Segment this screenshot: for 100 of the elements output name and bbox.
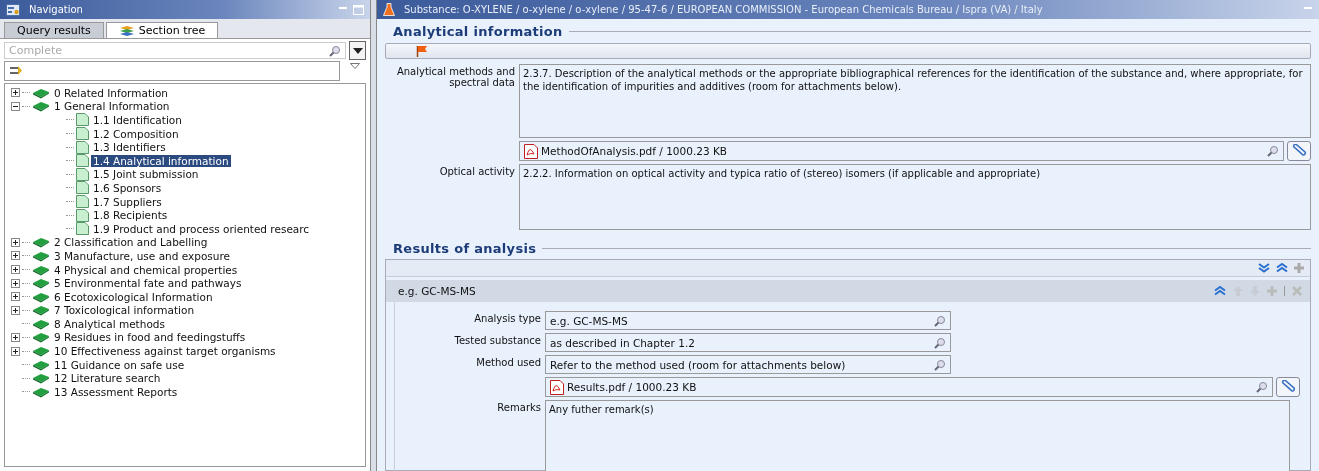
pdf-icon [524, 143, 538, 159]
page-icon [76, 195, 89, 209]
tree-item[interactable]: 8 Analytical methods [52, 317, 167, 330]
search-field[interactable]: Complete [4, 42, 346, 59]
page-icon [76, 208, 89, 222]
expander-icon[interactable] [11, 292, 20, 302]
tree-item[interactable]: 1.6 Sponsors [91, 181, 164, 194]
search-icon [329, 45, 341, 57]
book-icon [32, 100, 50, 113]
book-icon [32, 331, 50, 344]
field-label: Method used [475, 356, 541, 368]
book-icon [32, 86, 50, 99]
section-heading: Results of analysis [393, 240, 537, 256]
flask-icon [383, 3, 395, 16]
dropdown-button[interactable] [349, 41, 366, 60]
text-field[interactable]: Refer to the method used (room for attachments below) [545, 355, 951, 374]
search-icon [934, 314, 946, 327]
book-icon [32, 290, 50, 303]
tree-item[interactable]: 9 Residues in food and feedingstuffs [52, 331, 248, 344]
attach-button[interactable] [1287, 141, 1311, 161]
tree-item[interactable]: 1.1 Identification [91, 114, 184, 126]
editor-title: Substance: O-XYLENE / o-xylene / o-xylene / 95-47-6 / EUROPEAN COMMISSION - European Chemicals Bureau / Ispra (VA) / Italy [404, 4, 1043, 15]
page-icon [76, 222, 89, 236]
page-icon [76, 127, 89, 141]
tree-item[interactable]: 11 Guidance on safe use [52, 358, 187, 371]
search-icon [1267, 145, 1279, 157]
book-icon [32, 345, 50, 358]
book-icon [32, 249, 50, 262]
caret-icon [352, 47, 363, 54]
menu-triangle-icon[interactable] [350, 63, 360, 69]
tree-item[interactable]: 5 Environmental fate and pathways [52, 277, 244, 290]
book-icon [32, 236, 50, 249]
expander-icon[interactable] [11, 251, 20, 261]
expander-icon[interactable] [11, 305, 20, 315]
flag-icon[interactable] [416, 45, 428, 57]
panel-tab[interactable]: Section tree [105, 22, 219, 38]
expander-icon[interactable] [11, 88, 20, 98]
collapse-icon[interactable] [1214, 286, 1226, 296]
book-icon [32, 385, 50, 398]
text-area[interactable]: Any futher remark(s) [545, 400, 1290, 471]
tree-item[interactable]: 2 Classification and Labelling [52, 236, 210, 249]
field-label: Analysis type [473, 312, 541, 324]
expander-icon[interactable] [11, 333, 20, 342]
tree-item[interactable]: 1.7 Suppliers [91, 195, 164, 208]
book-icon [32, 372, 50, 385]
field-label: Optical activity [438, 165, 515, 177]
search-icon [934, 336, 946, 349]
tree-item[interactable]: 7 Toxicological information [52, 304, 197, 317]
attach-button[interactable] [1276, 377, 1300, 397]
expander-icon[interactable] [11, 237, 20, 247]
tree-item[interactable]: 1.9 Product and process oriented researc [91, 222, 312, 235]
text-area[interactable]: 2.2.2. Information on optical activity and typica ratio of (stereo) isomers (if applicable and appropriate) [519, 164, 1311, 230]
page-icon [76, 113, 89, 127]
tree-item[interactable]: 1.2 Composition [91, 127, 181, 140]
page-icon [76, 181, 89, 195]
tree-item[interactable]: 12 Literature search [52, 372, 163, 385]
tree-item[interactable]: 4 Physical and chemical properties [52, 263, 240, 276]
book-icon [32, 304, 50, 317]
expander-icon[interactable] [11, 265, 20, 274]
expand-all-icon[interactable] [1258, 263, 1270, 273]
tree-item[interactable]: 6 Ecotoxicological Information [52, 290, 215, 303]
tree-item[interactable]: 0 Related Information [52, 86, 170, 99]
page-icon [76, 167, 89, 181]
field-label: Analytical methods and spectral data [395, 65, 515, 88]
tree-item[interactable]: 1.8 Recipients [91, 209, 170, 222]
search-icon [1256, 381, 1268, 393]
attachment-field[interactable]: Results.pdf / 1000.23 KB [545, 377, 1273, 397]
search-icon [934, 358, 946, 371]
text-area[interactable]: 2.3.7. Description of the analytical methods or the appropriate bibliographical references for the identification of the substance and, where appropriate, for the identification of impurities and additives (room for attachments below). [519, 64, 1311, 138]
tree-item[interactable]: 3 Manufacture, use and exposure [52, 249, 232, 262]
filter-arrows-icon [9, 65, 23, 77]
tree-item[interactable]: 1 General Information [52, 100, 172, 113]
entry-title: e.g. GC-MS-MS [398, 285, 476, 297]
panel-title: Navigation [29, 4, 83, 15]
section-heading: Analytical information [393, 23, 563, 39]
attachment-field[interactable]: MethodOfAnalysis.pdf / 1000.23 KB [519, 141, 1284, 161]
book-icon [32, 317, 50, 330]
tree-item[interactable]: 1.5 Joint submission [91, 168, 201, 181]
collapse-all-icon[interactable] [1276, 263, 1288, 273]
paperclip-icon [1280, 380, 1296, 394]
navigator-icon [6, 3, 20, 16]
book-icon [32, 358, 50, 371]
expander-icon[interactable] [11, 101, 20, 111]
book-icon [32, 263, 50, 276]
expander-icon[interactable] [11, 346, 20, 356]
panel-tab[interactable]: Query results [4, 22, 104, 38]
filter-field[interactable] [4, 61, 340, 81]
tree-item[interactable]: 1.4 Analytical information [91, 154, 231, 167]
pdf-icon [550, 379, 564, 395]
tree-item[interactable]: 1.3 Identifiers [91, 141, 168, 154]
paperclip-icon [1291, 144, 1307, 158]
tree-item[interactable]: 13 Assessment Reports [52, 385, 180, 398]
book-icon [32, 277, 50, 290]
text-field[interactable]: e.g. GC-MS-MS [545, 311, 951, 330]
expander-icon[interactable] [11, 278, 20, 288]
text-field[interactable]: as described in Chapter 1.2 [545, 333, 951, 352]
field-label: Remarks [496, 401, 541, 413]
tree-item[interactable]: 10 Effectiveness against target organisms [52, 345, 278, 358]
page-icon [76, 140, 89, 154]
page-icon [76, 154, 89, 168]
